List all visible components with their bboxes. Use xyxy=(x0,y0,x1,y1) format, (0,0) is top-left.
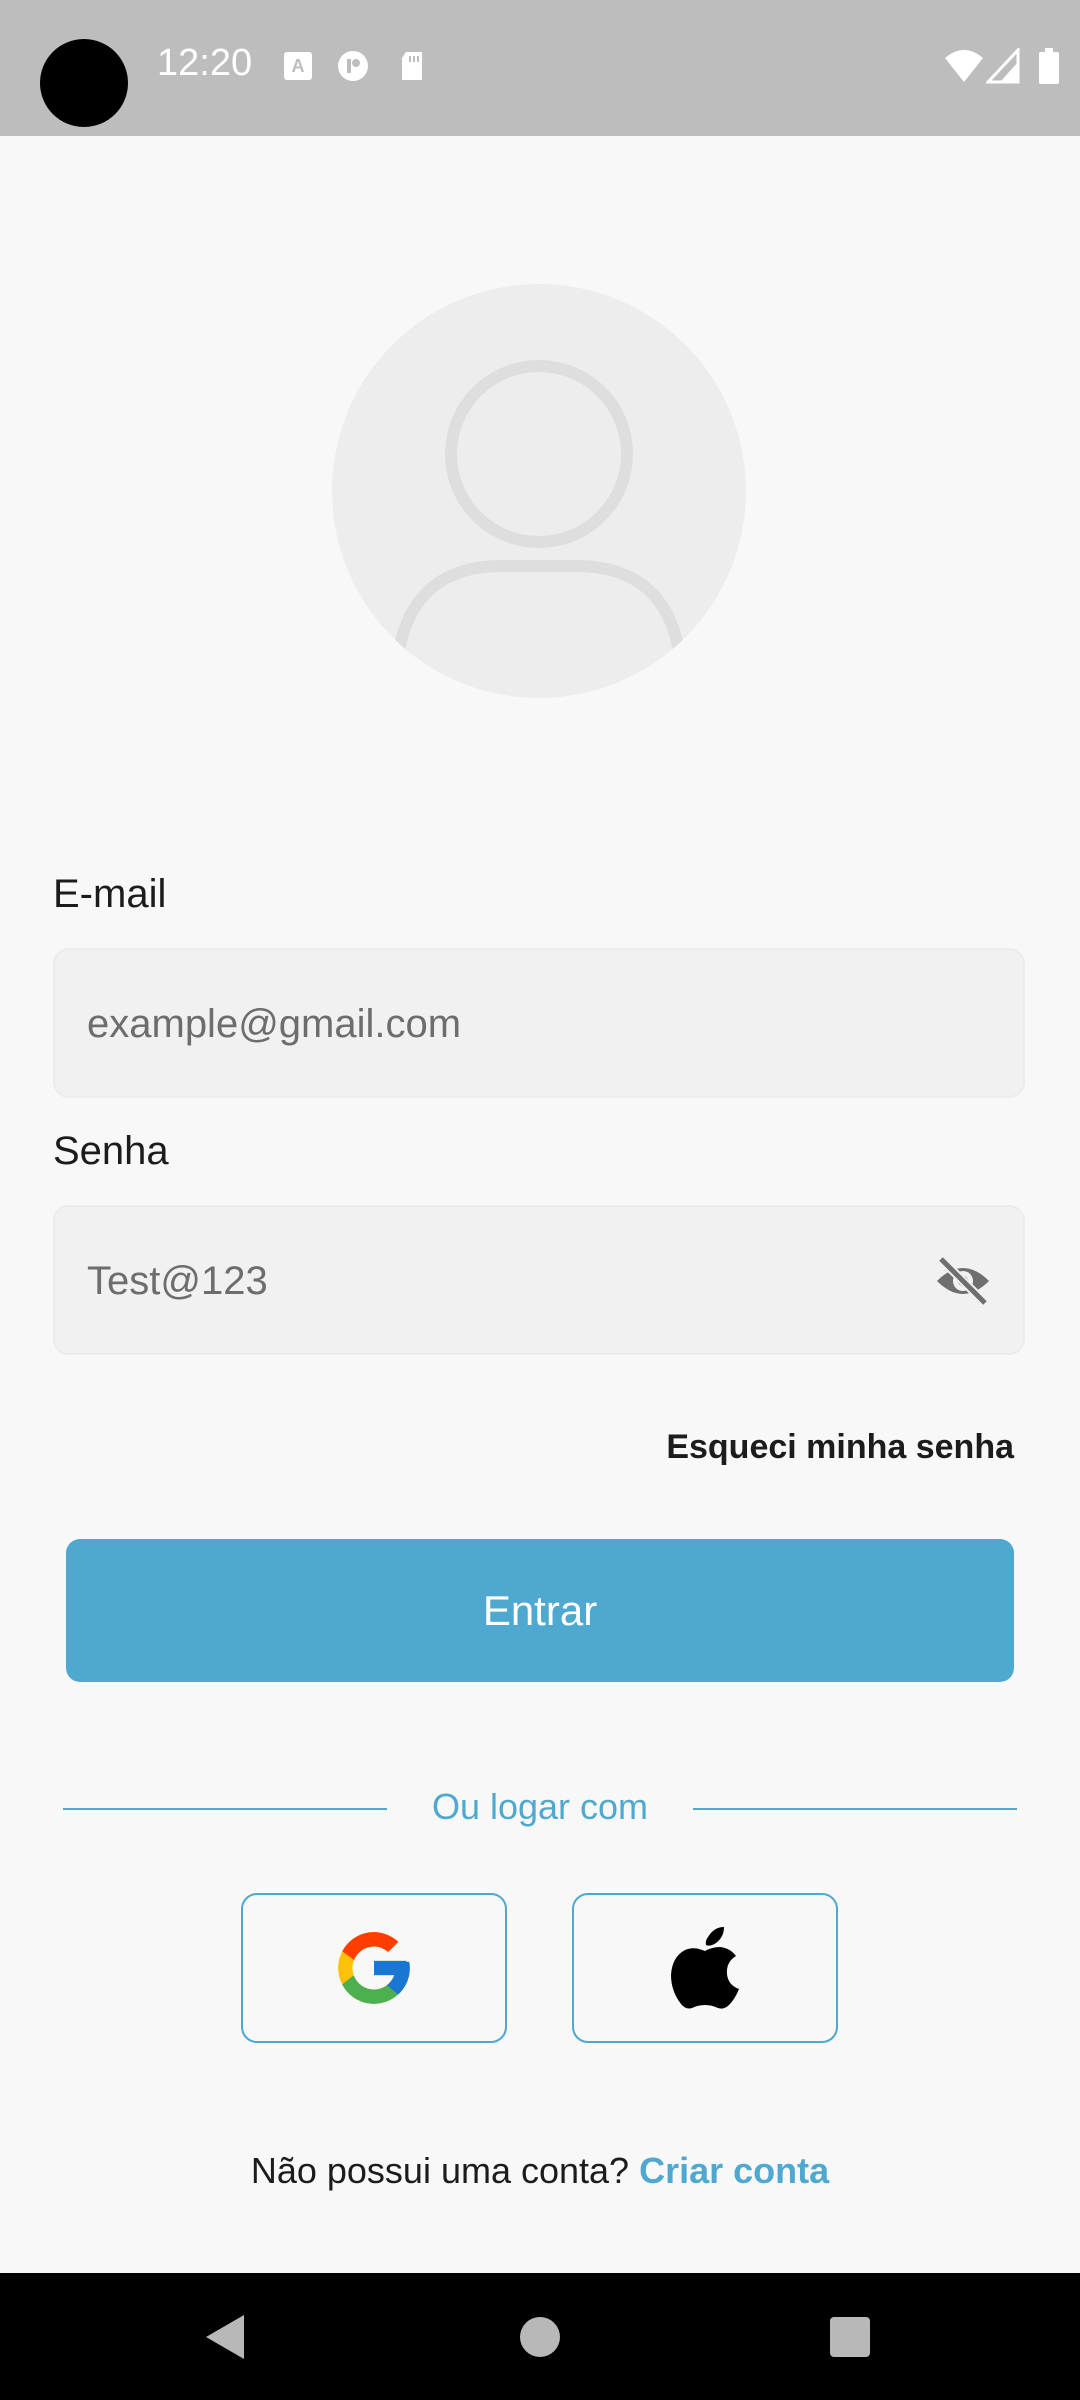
svg-text:A: A xyxy=(292,56,305,76)
password-field[interactable] xyxy=(53,1205,1025,1355)
password-label: Senha xyxy=(53,1129,169,1173)
login-button-label: Entrar xyxy=(482,1586,598,1634)
create-account-link[interactable]: Criar conta xyxy=(639,2150,829,2191)
signup-prompt: Não possui uma conta? xyxy=(250,2150,630,2191)
forgot-password-link[interactable]: Esqueci minha senha xyxy=(666,1428,1014,1467)
status-time: 12:20 xyxy=(157,42,253,84)
apple-icon xyxy=(671,1927,739,2009)
recent-apps-icon[interactable] xyxy=(830,2317,870,2357)
password-input[interactable] xyxy=(85,1207,909,1355)
wifi-icon xyxy=(945,50,983,82)
sd-card-icon xyxy=(402,52,422,80)
google-login-button[interactable] xyxy=(241,1893,507,2043)
avatar xyxy=(332,284,746,698)
back-icon[interactable] xyxy=(204,2313,246,2361)
divider-text: Ou logar com xyxy=(431,1786,649,1827)
login-button[interactable]: Entrar xyxy=(66,1539,1014,1682)
signup-row: Não possui uma conta? Criar conta xyxy=(0,2150,1080,2192)
navigation-bar xyxy=(0,2273,1080,2400)
status-bar: 12:20 A xyxy=(0,0,1080,136)
home-icon[interactable] xyxy=(520,2317,560,2357)
divider-line-right xyxy=(693,1808,1017,1810)
visibility-off-icon[interactable] xyxy=(933,1253,993,1309)
camera-cutout xyxy=(40,39,128,127)
email-field[interactable] xyxy=(53,948,1025,1098)
signal-icon xyxy=(986,48,1020,84)
google-icon xyxy=(338,1932,410,2004)
apple-login-button[interactable] xyxy=(572,1893,838,2043)
battery-icon xyxy=(1039,48,1059,84)
status-circle-icon xyxy=(338,51,368,81)
user-placeholder-icon xyxy=(392,360,686,657)
text-a-icon: A xyxy=(284,52,312,80)
email-label: E-mail xyxy=(53,872,167,916)
email-input[interactable] xyxy=(85,950,909,1098)
